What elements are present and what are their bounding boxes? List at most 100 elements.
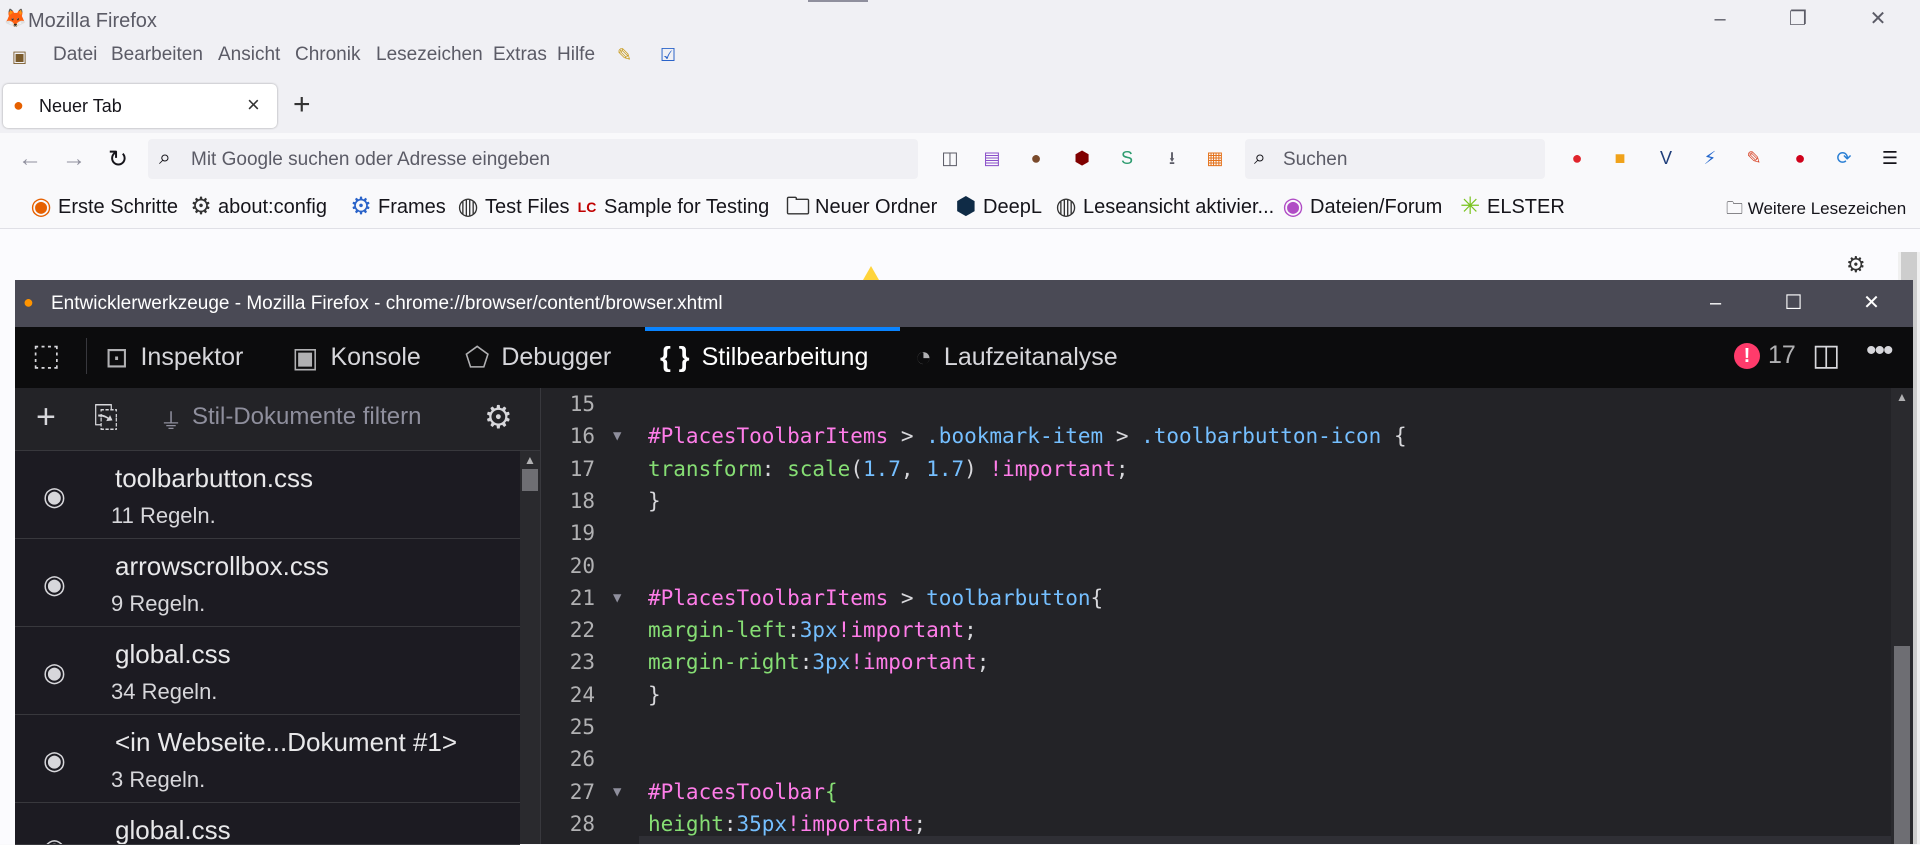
editor-scrollbar[interactable]: ▲ (1891, 388, 1913, 844)
bookmark-item[interactable]: ⬢ DeepL (953, 193, 1042, 221)
more-options-icon[interactable]: ••• (1866, 334, 1893, 368)
close-window-button[interactable]: ✕ (1840, 0, 1916, 39)
devtools-maximize-button[interactable]: ☐ (1756, 280, 1831, 327)
lc-icon: LC (577, 199, 597, 215)
devtools-minimize-button[interactable]: – (1678, 280, 1753, 327)
minimize-button[interactable]: – (1682, 0, 1758, 39)
stylesheet-filter-input[interactable]: Stil-Dokumente filtern (192, 403, 421, 431)
gear-icon[interactable]: ⚙ (1846, 252, 1866, 278)
new-stylesheet-button[interactable]: + (36, 398, 56, 437)
new-tab-button[interactable]: + (293, 88, 311, 122)
eye-icon[interactable]: ◉ (43, 745, 66, 776)
dock-layout-icon[interactable]: ◫ (1812, 338, 1840, 373)
stylesheet-item[interactable]: ◉ global.css 34 Regeln. (15, 627, 520, 715)
eye-icon[interactable]: ◉ (43, 481, 66, 512)
more-bookmarks-button[interactable]: 🗀 Weitere Lesezeichen (1726, 196, 1906, 225)
checklist-icon[interactable]: ☑ (660, 45, 676, 66)
code-token: } (648, 488, 661, 513)
bookmark-item[interactable]: ◍ Leseansicht aktivier... (1053, 193, 1275, 221)
v-extension-icon[interactable]: V (1654, 146, 1678, 170)
bookmark-item[interactable]: ◍ Test Files (455, 193, 570, 221)
error-count-label: 17 (1768, 341, 1796, 369)
stylesheet-item[interactable]: ◉ toolbarbutton.css 11 Regeln. (15, 451, 520, 539)
notify-extension-icon[interactable]: ● (1565, 146, 1589, 170)
eye-icon[interactable]: ◉ (43, 569, 66, 600)
scroll-up-icon[interactable]: ▲ (1896, 390, 1908, 404)
elster-icon: ✳ (1459, 193, 1481, 220)
bolt-extension-icon[interactable]: ⚡ (1698, 146, 1722, 170)
menu-chronik[interactable]: Chronik (295, 44, 360, 66)
drag-indicator (808, 0, 868, 2)
more-bookmarks-label: Weitere Lesezeichen (1747, 199, 1907, 218)
devtools-close-button[interactable]: ✕ (1834, 280, 1909, 327)
fold-arrow-icon[interactable]: ▼ (613, 776, 621, 808)
s-extension-icon[interactable]: S (1115, 146, 1139, 170)
tab-stilbearbeitung[interactable]: { } Stilbearbeitung (660, 341, 868, 373)
ublock-icon[interactable]: ⬢ (1070, 146, 1094, 170)
back-icon[interactable]: ← (18, 145, 42, 173)
stylesheet-item[interactable]: ◉ arrowscrollbox.css 9 Regeln. (15, 539, 520, 627)
eye-icon[interactable]: ◉ (43, 833, 66, 844)
code-token: ; (976, 650, 990, 675)
menu-extras[interactable]: Extras (493, 44, 547, 66)
calendar-icon[interactable]: ▦ (1203, 146, 1227, 170)
tab-neuer-tab[interactable]: ● Neuer Tab × (3, 84, 277, 128)
restore-button[interactable]: ❐ (1760, 0, 1836, 39)
forward-icon[interactable]: → (62, 145, 86, 173)
eye-icon[interactable]: ◉ (43, 657, 66, 688)
css-extension-icon[interactable]: ■ (1608, 146, 1632, 170)
code-token: scale (787, 456, 851, 481)
menu-hilfe[interactable]: Hilfe (557, 44, 595, 66)
url-bar[interactable]: ⌕ Mit Google suchen oder Adresse eingebe… (148, 139, 918, 179)
code-token: : (787, 618, 800, 643)
bookmark-item[interactable]: ✳ ELSTER (1457, 193, 1565, 221)
menu-lesezeichen[interactable]: Lesezeichen (376, 44, 483, 66)
scroll-up-icon[interactable]: ▲ (524, 453, 536, 467)
edit-extension-icon[interactable]: ✎ (1742, 146, 1766, 170)
code-token: ) (964, 456, 990, 481)
bookmark-label: ELSTER (1487, 195, 1565, 218)
tab-inspektor[interactable]: ⊡ Inspektor (105, 341, 243, 374)
code-token: 35px (736, 811, 788, 836)
download-icon[interactable]: ⭳ (1160, 146, 1184, 170)
vivaldi-icon[interactable]: ● (1788, 146, 1812, 170)
editor-scrollbar-thumb[interactable] (1894, 646, 1910, 844)
bookmark-item[interactable]: ◉ Dateien/Forum (1280, 193, 1443, 221)
gear-icon[interactable]: ⚙ (484, 398, 513, 436)
error-icon: ! (1734, 342, 1760, 369)
sidebar-icon[interactable]: ◫ (938, 146, 962, 170)
tab-konsole[interactable]: ▣ Konsole (292, 341, 421, 374)
notepad-icon[interactable]: ✎ (617, 45, 632, 66)
code-line: 22 margin-left:3px!important; (541, 614, 1891, 646)
menu-bearbeiten[interactable]: Bearbeiten (111, 44, 203, 66)
bookmark-item[interactable]: 🗀 Neuer Ordner (785, 193, 937, 221)
stylesheet-rule-count: 11 Regeln. (111, 503, 216, 528)
reload-icon[interactable]: ↻ (108, 145, 128, 174)
close-tab-icon[interactable]: × (247, 92, 260, 118)
bookmark-item[interactable]: ◉ Erste Schritte (28, 193, 179, 221)
stylesheet-item[interactable]: ◉ <in Webseite...Dokument #1> 3 Regeln. (15, 715, 520, 803)
line-number: 17 (569, 456, 595, 481)
tab-laufzeitanalyse[interactable]: ◔ Laufzeitanalyse (915, 341, 1118, 373)
sync-icon[interactable]: ⟳ (1832, 146, 1856, 170)
stylesheet-item[interactable]: ◉ global.css (15, 803, 520, 845)
menu-datei[interactable]: Datei (53, 44, 97, 66)
tab-debugger[interactable]: ⬠ Debugger (465, 341, 611, 374)
menu-ansicht[interactable]: Ansicht (218, 44, 280, 66)
bookmark-item[interactable]: ⚙ Frames (348, 193, 446, 221)
fold-arrow-icon[interactable]: ▼ (613, 582, 621, 614)
stylesheet-name: global.css (115, 815, 231, 845)
search-bar[interactable]: ⌕ Suchen (1245, 139, 1545, 179)
element-picker-icon[interactable]: ⬚ (32, 338, 60, 373)
gear-icon: ⚙ (190, 193, 212, 220)
cookie-icon[interactable]: ● (1024, 146, 1048, 170)
error-count[interactable]: ! 17 (1734, 341, 1796, 370)
sidebar-scrollbar[interactable]: ▲ (520, 451, 540, 844)
bookmark-item[interactable]: ⚙ about:config (188, 193, 327, 221)
tabs-icon[interactable]: ▤ (980, 146, 1004, 170)
bookmark-item[interactable]: LC Sample for Testing (574, 193, 770, 221)
fold-arrow-icon[interactable]: ▼ (613, 420, 621, 452)
menu-icon[interactable]: ☰ (1878, 146, 1902, 170)
sidebar-scrollbar-thumb[interactable] (522, 469, 538, 491)
import-stylesheet-icon[interactable]: ⎘ (94, 401, 118, 435)
